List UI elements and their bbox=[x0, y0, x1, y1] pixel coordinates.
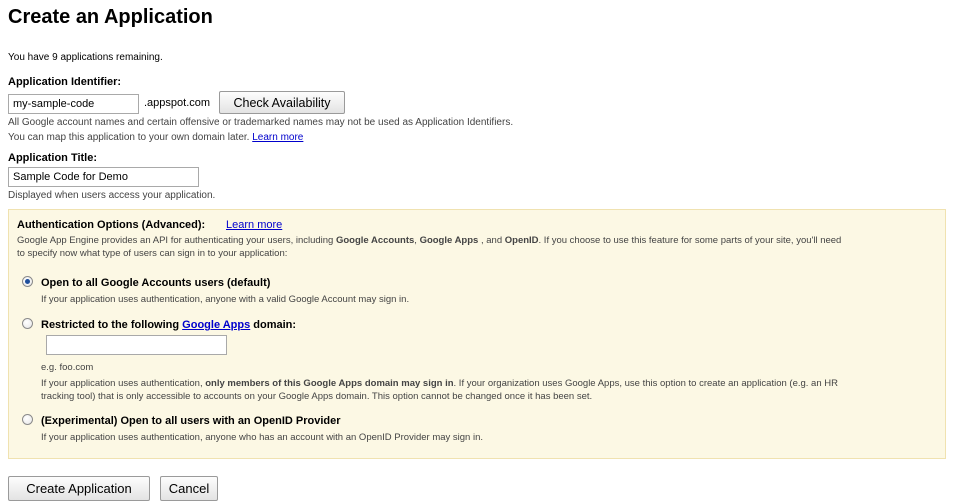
google-accounts-option-desc: If your application uses authentication,… bbox=[41, 294, 410, 305]
learn-more-link[interactable]: Learn more bbox=[252, 132, 303, 143]
application-identifier-input[interactable] bbox=[8, 94, 139, 114]
domain-mapping-text: You can map this application to your own… bbox=[8, 132, 250, 143]
domain-example-text: e.g. foo.com bbox=[41, 362, 94, 373]
application-title-note: Displayed when users access your applica… bbox=[8, 190, 216, 201]
auth-intro-text-line2: to specify now what type of users can si… bbox=[17, 248, 288, 259]
auth-learn-more-link[interactable]: Learn more bbox=[226, 219, 282, 231]
google-accounts-radio[interactable] bbox=[22, 276, 33, 287]
application-title-label: Application Title: bbox=[8, 152, 98, 164]
applications-remaining-text: You have 9 applications remaining. bbox=[8, 52, 163, 63]
application-identifier-label: Application Identifier: bbox=[8, 76, 122, 88]
create-application-button[interactable]: Create Application bbox=[8, 476, 150, 501]
authentication-options-heading: Authentication Options (Advanced): bbox=[17, 219, 206, 231]
google-apps-option-label[interactable]: Restricted to the following Google Apps … bbox=[41, 319, 296, 331]
domain-mapping-note: You can map this application to your own… bbox=[8, 132, 303, 143]
google-accounts-option-label[interactable]: Open to all Google Accounts users (defau… bbox=[41, 277, 270, 289]
cancel-button[interactable]: Cancel bbox=[160, 476, 218, 501]
google-apps-domain-radio[interactable] bbox=[22, 318, 33, 329]
google-apps-domain-input[interactable] bbox=[46, 335, 227, 355]
google-apps-link[interactable]: Google Apps bbox=[182, 319, 250, 331]
page-title: Create an Application bbox=[8, 6, 213, 28]
google-apps-option-desc-line2: tracking tool) that is only accessible t… bbox=[41, 391, 593, 402]
google-apps-option-desc: If your application uses authentication,… bbox=[41, 378, 838, 389]
identifier-restriction-note: All Google account names and certain off… bbox=[8, 117, 514, 128]
openid-option-desc: If your application uses authentication,… bbox=[41, 432, 484, 443]
check-availability-button[interactable]: Check Availability bbox=[219, 91, 345, 114]
openid-radio[interactable] bbox=[22, 414, 33, 425]
openid-option-label[interactable]: (Experimental) Open to all users with an… bbox=[41, 415, 341, 427]
application-title-input[interactable] bbox=[8, 167, 199, 187]
auth-intro-text: Google App Engine provides an API for au… bbox=[17, 235, 842, 246]
appspot-domain-suffix: .appspot.com bbox=[144, 97, 211, 109]
